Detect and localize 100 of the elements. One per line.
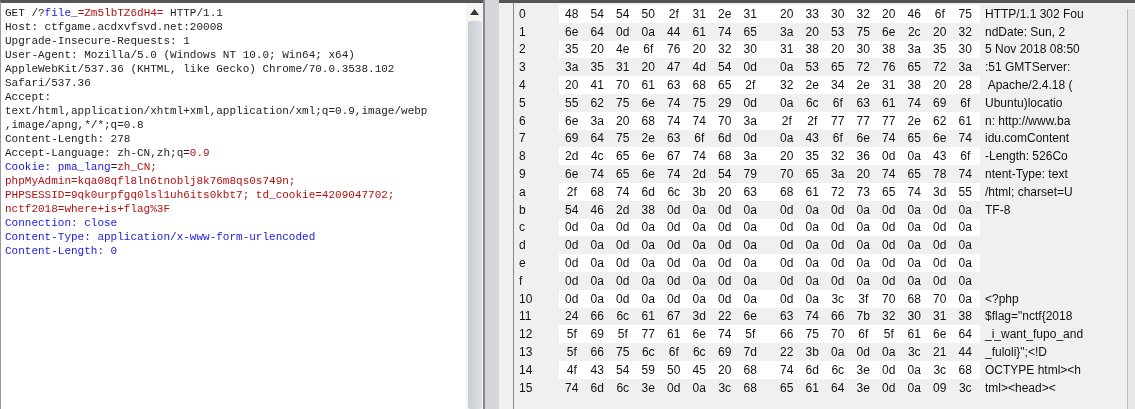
- hex-cell-text: 2f: [565, 184, 578, 199]
- hex-cell-text: 68: [589, 184, 605, 199]
- request-editor[interactable]: [0, 0, 466, 409]
- hex-cell-text: 0a: [691, 273, 707, 288]
- hex-cell-text: 61: [666, 327, 682, 342]
- ascii-cell-text: idu.comContent: [984, 131, 1070, 146]
- scroll-thumb[interactable]: [467, 21, 482, 409]
- hex-cell-text: 74: [666, 113, 682, 128]
- hex-cell-text: 70: [932, 291, 948, 306]
- hex-cell-text: 31: [932, 309, 948, 324]
- hex-cell-text: 75: [615, 131, 631, 146]
- hex-cell-text: 43: [589, 362, 605, 377]
- offset-cell-text: 2: [518, 42, 527, 57]
- hex-cell-text: 0d: [666, 380, 682, 395]
- hex-cell-text: 6e: [640, 95, 656, 110]
- hex-cell-text: 74: [564, 380, 580, 395]
- request-line: PHPSESSID=9qk0urpfgq0lsl1uh6its0kbt7; td_cookie=4209047702;: [5, 188, 396, 202]
- hex-cell-text: 0a: [691, 220, 707, 235]
- hex-cell-text: 0d: [564, 256, 580, 271]
- ascii-cell-text: Ubuntu)locatio: [984, 95, 1063, 110]
- hex-cell-text: 65: [830, 60, 846, 75]
- hex-cell-text: 0a: [640, 24, 656, 39]
- hex-cell-text: 41: [589, 78, 605, 93]
- hex-cell-text: 0a: [804, 256, 820, 271]
- hex-cell-text: 38: [881, 42, 897, 57]
- scroll-up-icon[interactable]: [470, 9, 479, 15]
- request-line: Host: ctfgame.acdxvfsvd.net:20008: [5, 20, 224, 34]
- offset-cell-text: e: [518, 256, 527, 271]
- offset-cell-text: c: [518, 220, 526, 235]
- hex-cell-text: 6f: [693, 131, 706, 146]
- hex-cell-text: 46: [906, 6, 922, 21]
- hex-cell-text: 54: [589, 6, 605, 21]
- offset-cell-text: 13: [518, 345, 534, 360]
- hex-cell-text: 67: [666, 309, 682, 324]
- request-line: Cookie: pma_lang=zh_CN;: [5, 160, 158, 174]
- hex-cell-text: 43: [932, 149, 948, 164]
- hex-cell-text: 0d: [717, 220, 733, 235]
- hex-cell-text: 64: [957, 327, 973, 342]
- scrollbar[interactable]: [466, 0, 483, 409]
- hex-cell-text: 0d: [830, 273, 846, 288]
- hex-cell-text: 0a: [589, 291, 605, 306]
- hex-cell-text: 2e: [906, 113, 922, 128]
- hex-cell-text: 4e: [615, 42, 631, 57]
- hex-cell-text: 24: [564, 309, 580, 324]
- hex-cell-text: 76: [881, 60, 897, 75]
- scrollbar[interactable]: [1127, 9, 1135, 409]
- hex-cell-text: 30: [906, 309, 922, 324]
- hex-cell-text: 77: [855, 113, 871, 128]
- hex-cell-text: 3a: [779, 24, 795, 39]
- hex-cell-text: 6e: [691, 327, 707, 342]
- hex-cell-text: 0a: [855, 256, 871, 271]
- hex-cell-text: 68: [742, 380, 758, 395]
- request-line: nctf2018=where+is+flag%3F: [5, 202, 172, 216]
- offset-cell-text: 10: [518, 291, 534, 306]
- hex-cell-text: 65: [804, 167, 820, 182]
- ascii-cell-text: tml><head><: [984, 380, 1056, 395]
- hex-cell-text: 7d: [742, 345, 758, 360]
- hex-cell-text: 20: [717, 184, 733, 199]
- hex-cell-text: 74: [666, 167, 682, 182]
- hex-cell-text: 0a: [804, 220, 820, 235]
- hex-cell-text: 0d: [615, 256, 631, 271]
- hex-cell-text: 0d: [717, 273, 733, 288]
- hex-cell-text: 0d: [666, 202, 682, 217]
- request-line: Content-Length: 278: [5, 132, 132, 146]
- hex-cell-text: 63: [855, 95, 871, 110]
- hex-cell-text: 3e: [855, 362, 871, 377]
- hex-cell-text: 74: [779, 362, 795, 377]
- hex-cell-text: 7b: [855, 309, 871, 324]
- hex-cell-text: 6f: [933, 6, 946, 21]
- hex-cell-text: 32: [779, 78, 795, 93]
- hex-cell-text: 0d: [742, 95, 758, 110]
- hex-cell-text: 2d: [615, 202, 631, 217]
- hex-cell-text: 74: [615, 184, 631, 199]
- hex-cell-text: 0d: [881, 380, 897, 395]
- hex-cell-text: 0a: [691, 380, 707, 395]
- hex-cell-text: 0d: [666, 256, 682, 271]
- hex-cell-text: 70: [779, 167, 795, 182]
- hex-cell-text: 20: [717, 362, 733, 377]
- hex-cell-text: 3c: [957, 380, 973, 395]
- hex-cell-text: 74: [906, 95, 922, 110]
- hex-cell-text: 33: [804, 6, 820, 21]
- hex-cell-text: 61: [957, 113, 973, 128]
- hex-cell-text: 61: [691, 24, 707, 39]
- hex-cell-text: 68: [640, 113, 656, 128]
- request-line: Content-Type: application/x-www-form-urlencoded: [5, 230, 317, 244]
- hex-cell-text: 75: [957, 6, 973, 21]
- hex-cell-text: 3a: [830, 167, 846, 182]
- hex-cell-text: 5f: [616, 327, 629, 342]
- hex-cell-text: 0a: [640, 256, 656, 271]
- hex-cell-text: 0a: [906, 256, 922, 271]
- hex-cell-text: 0d: [666, 291, 682, 306]
- ascii-cell-text: 5 Nov 2018 08:50: [984, 42, 1080, 57]
- hex-cell-text: 28: [957, 78, 973, 93]
- hex-cell-text: 3f: [857, 291, 870, 306]
- hex-cell-text: 20: [779, 149, 795, 164]
- hex-cell-text: 68: [779, 184, 795, 199]
- hex-cell-text: 69: [564, 131, 580, 146]
- hex-cell-text: 3c: [906, 345, 922, 360]
- hex-cell-text: 3a: [589, 113, 605, 128]
- hex-cell-text: 2e: [804, 78, 820, 93]
